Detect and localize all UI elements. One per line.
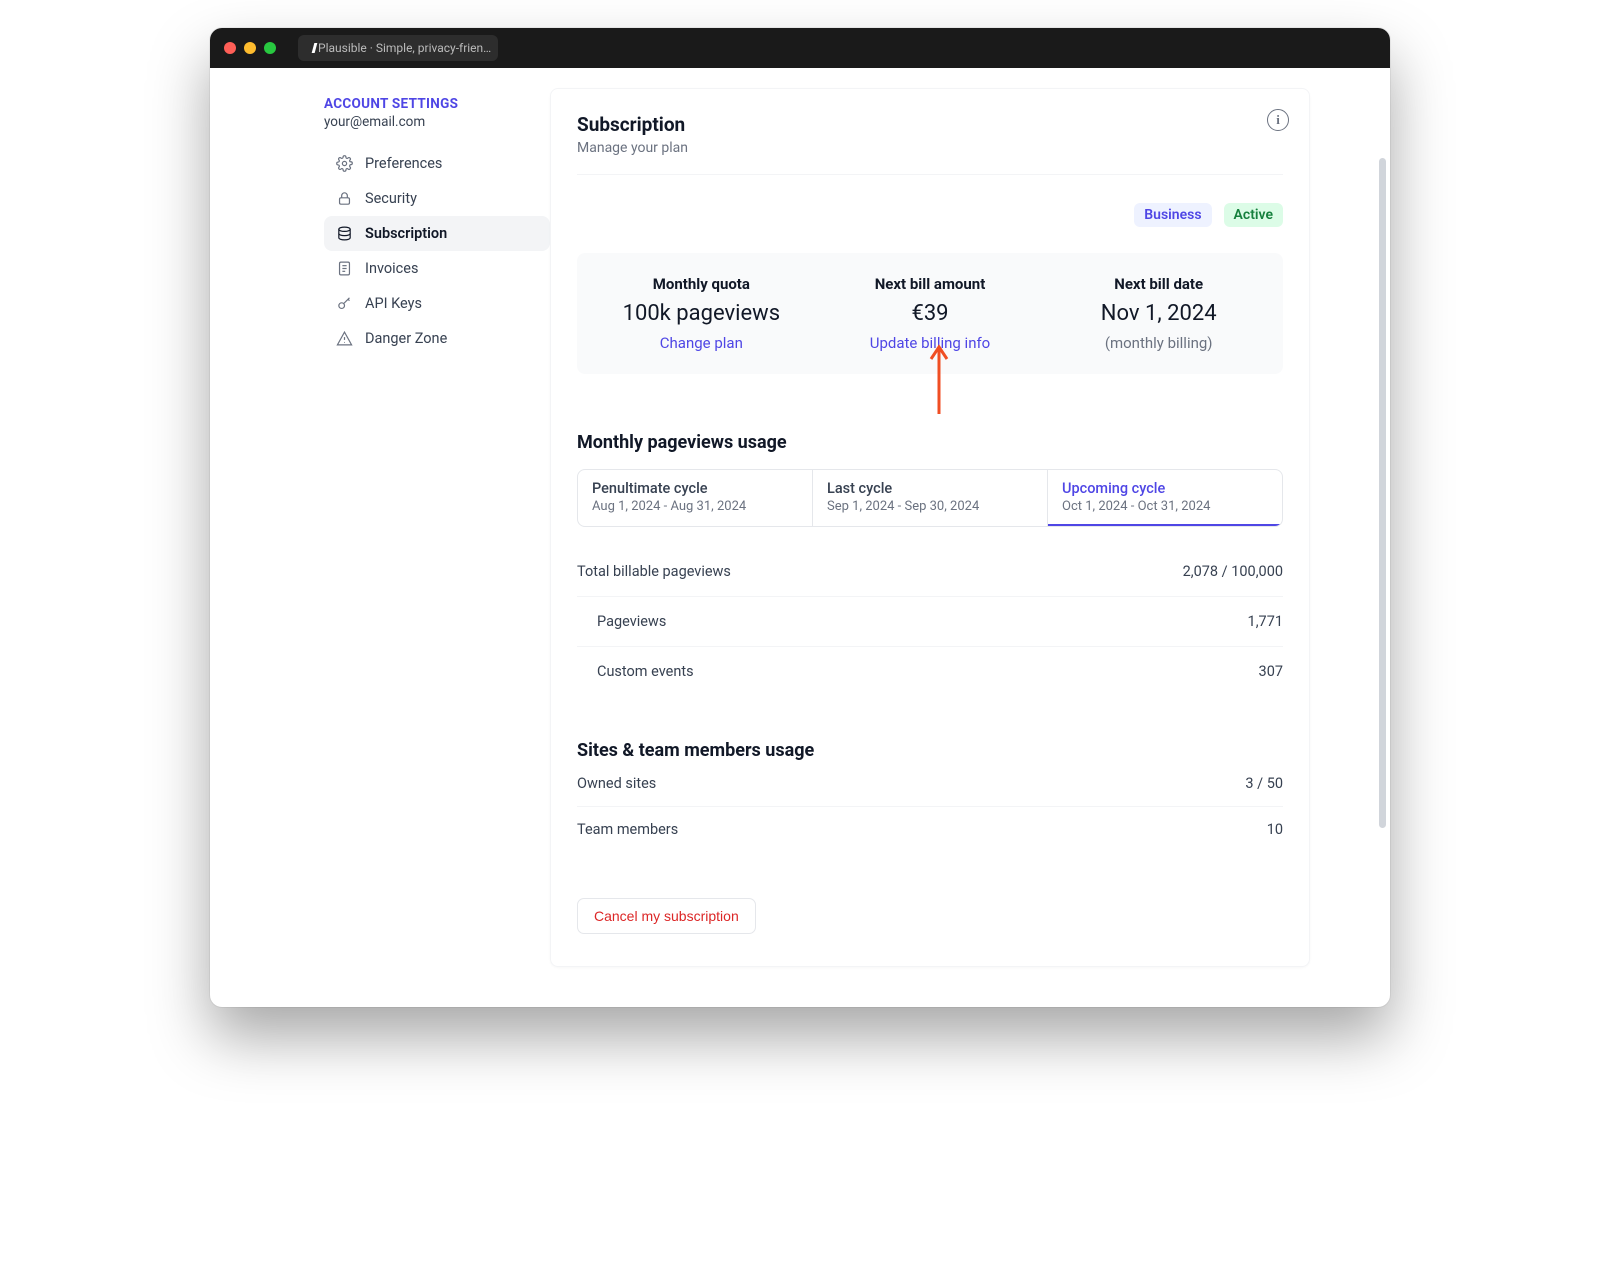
row-total-billable: Total billable pageviews 2,078 / 100,000 xyxy=(577,547,1283,597)
sidebar-item-label: Invoices xyxy=(365,260,418,277)
cancel-subscription-button[interactable]: Cancel my subscription xyxy=(577,898,756,934)
page-title: Subscription xyxy=(577,113,1283,136)
sidebar-item-invoices[interactable]: Invoices xyxy=(324,251,550,286)
row-custom-events: Custom events 307 xyxy=(577,647,1283,696)
tab-upcoming-cycle[interactable]: Upcoming cycle Oct 1, 2024 - Oct 31, 202… xyxy=(1047,470,1282,526)
status-badge: Active xyxy=(1224,203,1283,227)
browser-tab[interactable]: Plausible · Simple, privacy-frien… xyxy=(298,35,498,61)
tab-label: Penultimate cycle xyxy=(592,480,798,497)
window-fullscreen-button[interactable] xyxy=(264,42,276,54)
tab-dates: Oct 1, 2024 - Oct 31, 2024 xyxy=(1062,499,1268,514)
lock-icon xyxy=(336,190,353,207)
scrollbar[interactable] xyxy=(1379,158,1386,828)
stack-icon xyxy=(336,225,353,242)
app-window: Plausible · Simple, privacy-frien… ACCOU… xyxy=(210,28,1390,1007)
summary-bill-amount-value: €39 xyxy=(816,301,1045,326)
row-label: Total billable pageviews xyxy=(577,563,731,580)
tab-last-cycle[interactable]: Last cycle Sep 1, 2024 - Sep 30, 2024 xyxy=(812,470,1047,526)
row-pageviews: Pageviews 1,771 xyxy=(577,597,1283,647)
page-subtitle: Manage your plan xyxy=(577,140,1283,156)
row-label: Team members xyxy=(577,821,678,838)
row-value: 1,771 xyxy=(1248,613,1283,630)
tab-dates: Aug 1, 2024 - Aug 31, 2024 xyxy=(592,499,798,514)
info-icon: i xyxy=(1276,112,1280,128)
row-value: 307 xyxy=(1259,663,1283,680)
main: i Subscription Manage your plan Business… xyxy=(550,88,1310,967)
summary-panel: Monthly quota 100k pageviews Change plan… xyxy=(577,253,1283,374)
subscription-card: i Subscription Manage your plan Business… xyxy=(550,88,1310,967)
sidebar: ACCOUNT SETTINGS your@email.com Preferen… xyxy=(210,88,550,967)
sidebar-item-subscription[interactable]: Subscription xyxy=(324,216,550,251)
summary-bill-date-note: (monthly billing) xyxy=(1044,334,1273,352)
key-icon xyxy=(336,295,353,312)
row-label: Pageviews xyxy=(577,613,666,630)
row-value: 3 / 50 xyxy=(1245,775,1283,792)
warning-icon xyxy=(336,330,353,347)
summary-bill-date-value: Nov 1, 2024 xyxy=(1044,301,1273,326)
tab-label: Last cycle xyxy=(827,480,1033,497)
sidebar-item-label: Danger Zone xyxy=(365,330,447,347)
summary-bill-date-label: Next bill date xyxy=(1044,275,1273,293)
gear-icon xyxy=(336,155,353,172)
content-area: ACCOUNT SETTINGS your@email.com Preferen… xyxy=(210,68,1390,1007)
cycle-tabs: Penultimate cycle Aug 1, 2024 - Aug 31, … xyxy=(577,469,1283,527)
tier-badge: Business xyxy=(1134,203,1211,227)
sidebar-heading: ACCOUNT SETTINGS xyxy=(324,96,550,112)
summary-quota: Monthly quota 100k pageviews Change plan xyxy=(587,275,816,352)
sidebar-item-danger-zone[interactable]: Danger Zone xyxy=(324,321,550,356)
tab-dates: Sep 1, 2024 - Sep 30, 2024 xyxy=(827,499,1033,514)
sidebar-item-label: API Keys xyxy=(365,295,422,312)
row-owned-sites: Owned sites 3 / 50 xyxy=(577,761,1283,807)
row-label: Owned sites xyxy=(577,775,656,792)
sites-rows: Owned sites 3 / 50 Team members 10 xyxy=(577,761,1283,852)
titlebar: Plausible · Simple, privacy-frien… xyxy=(210,28,1390,68)
browser-tab-title: Plausible · Simple, privacy-frien… xyxy=(318,41,491,55)
sidebar-item-label: Preferences xyxy=(365,155,442,172)
divider xyxy=(577,174,1283,175)
row-value: 2,078 / 100,000 xyxy=(1183,563,1283,580)
info-button[interactable]: i xyxy=(1267,109,1289,131)
row-label: Custom events xyxy=(577,663,694,680)
sidebar-item-preferences[interactable]: Preferences xyxy=(324,146,550,181)
row-team-members: Team members 10 xyxy=(577,807,1283,852)
usage-heading: Monthly pageviews usage xyxy=(577,432,1283,453)
summary-bill-amount-label: Next bill amount xyxy=(816,275,1045,293)
sidebar-item-security[interactable]: Security xyxy=(324,181,550,216)
tab-penultimate-cycle[interactable]: Penultimate cycle Aug 1, 2024 - Aug 31, … xyxy=(578,470,812,526)
sidebar-item-label: Security xyxy=(365,190,417,207)
window-close-button[interactable] xyxy=(224,42,236,54)
tab-label: Upcoming cycle xyxy=(1062,480,1268,497)
sidebar-item-api-keys[interactable]: API Keys xyxy=(324,286,550,321)
summary-bill-date: Next bill date Nov 1, 2024 (monthly bill… xyxy=(1044,275,1273,352)
change-plan-link[interactable]: Change plan xyxy=(660,334,743,352)
usage-rows: Total billable pageviews 2,078 / 100,000… xyxy=(577,547,1283,696)
summary-bill-amount: Next bill amount €39 Update billing info xyxy=(816,275,1045,352)
sidebar-item-label: Subscription xyxy=(365,225,447,242)
row-value: 10 xyxy=(1267,821,1283,838)
traffic-lights xyxy=(224,42,276,54)
sites-heading: Sites & team members usage xyxy=(577,740,1283,761)
sidebar-email: your@email.com xyxy=(324,114,550,130)
summary-quota-value: 100k pageviews xyxy=(587,301,816,326)
summary-quota-label: Monthly quota xyxy=(587,275,816,293)
update-billing-link[interactable]: Update billing info xyxy=(870,334,991,352)
document-icon xyxy=(336,260,353,277)
window-minimize-button[interactable] xyxy=(244,42,256,54)
